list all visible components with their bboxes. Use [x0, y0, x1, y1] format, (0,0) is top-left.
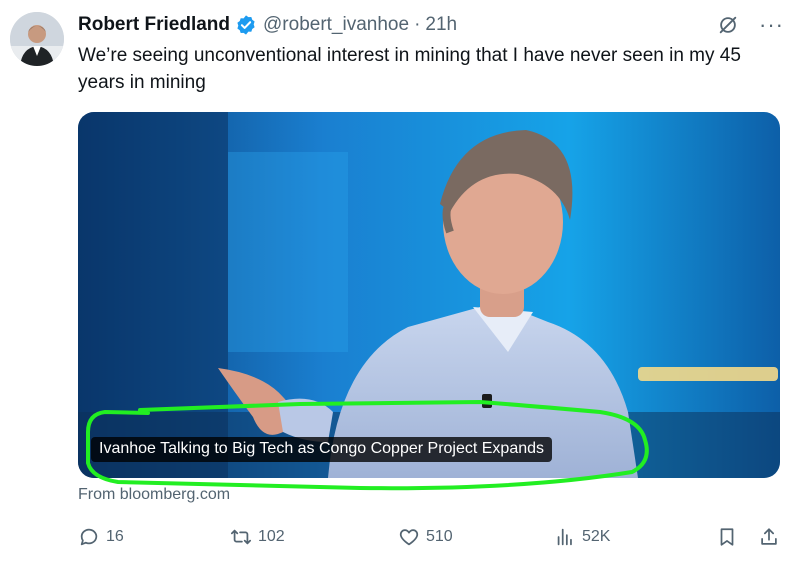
- retweet-count: 102: [258, 528, 285, 545]
- author-name[interactable]: Robert Friedland: [78, 14, 230, 36]
- bookmark-button[interactable]: [716, 523, 738, 551]
- card-title[interactable]: Ivanhoe Talking to Big Tech as Congo Cop…: [91, 437, 553, 462]
- verified-badge-icon: [237, 15, 255, 35]
- link-card[interactable]: Ivanhoe Talking to Big Tech as Congo Cop…: [78, 112, 780, 478]
- bookmark-icon: [720, 528, 734, 546]
- views-button[interactable]: 52K: [554, 523, 610, 551]
- grok-icon[interactable]: [717, 14, 739, 36]
- tweet-text: We’re seeing unconventional interest in …: [78, 45, 741, 93]
- tweet-top-actions: ···: [717, 14, 784, 36]
- more-icon[interactable]: ···: [759, 14, 784, 36]
- like-count: 510: [426, 528, 453, 545]
- retweet-icon: [230, 529, 252, 545]
- card-source[interactable]: From bloomberg.com: [78, 486, 230, 504]
- tweet-actions: 16 102 510 52K: [78, 523, 784, 551]
- share-icon: [761, 528, 777, 545]
- retweet-button[interactable]: 102: [230, 523, 285, 551]
- views-count: 52K: [582, 528, 611, 545]
- reply-count: 16: [106, 528, 124, 545]
- post-time[interactable]: 21h: [425, 14, 457, 36]
- views-icon: [557, 528, 572, 546]
- like-icon: [399, 529, 419, 546]
- tweet-header: Robert Friedland @robert_ivanhoe · 21h: [78, 12, 457, 38]
- author-handle[interactable]: @robert_ivanhoe: [263, 14, 409, 36]
- avatar[interactable]: [10, 12, 64, 66]
- reply-button[interactable]: 16: [78, 523, 124, 551]
- reply-icon: [80, 528, 98, 546]
- share-button[interactable]: [758, 523, 780, 551]
- like-button[interactable]: 510: [398, 523, 453, 551]
- card-image: [78, 112, 780, 478]
- separator-dot: ·: [414, 14, 421, 35]
